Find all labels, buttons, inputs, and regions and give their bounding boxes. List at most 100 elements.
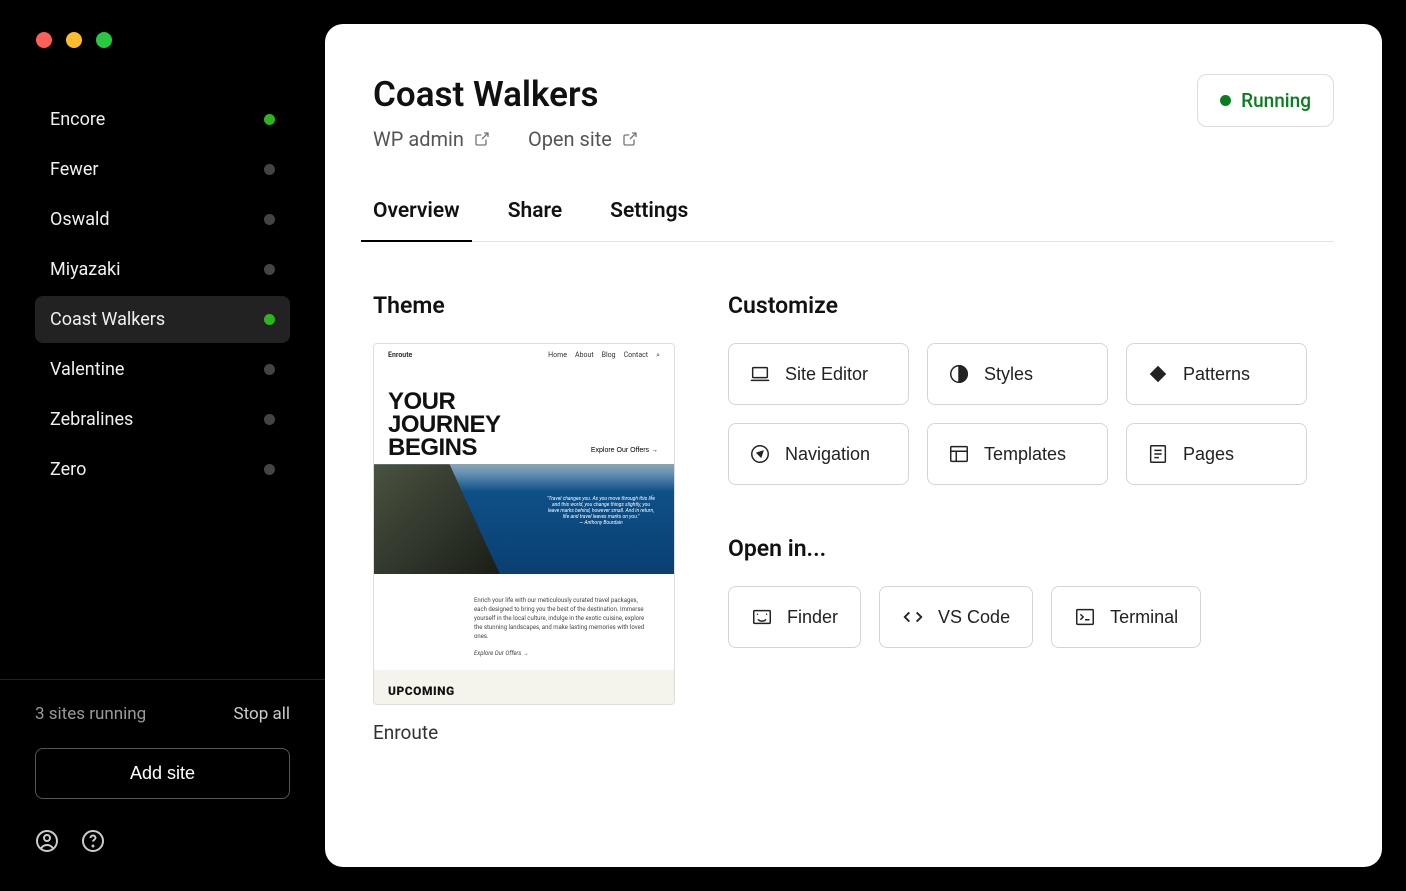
sites-running-label: 3 sites running bbox=[35, 704, 146, 724]
status-badge[interactable]: Running bbox=[1197, 74, 1334, 127]
preview-body-text: Enrich your life with our meticulously c… bbox=[474, 597, 644, 640]
external-link-icon bbox=[474, 131, 490, 147]
status-dot-icon bbox=[264, 114, 275, 125]
pages-button[interactable]: Pages bbox=[1126, 423, 1307, 485]
zoom-window-button[interactable] bbox=[96, 32, 112, 48]
button-label: Styles bbox=[984, 364, 1033, 385]
external-link-icon bbox=[622, 131, 638, 147]
customize-buttons: Site Editor Styles Patterns bbox=[728, 343, 1334, 485]
list-icon bbox=[1147, 443, 1169, 465]
patterns-button[interactable]: Patterns bbox=[1126, 343, 1307, 405]
status-dot-icon bbox=[264, 414, 275, 425]
site-item-zero[interactable]: Zero bbox=[35, 446, 290, 493]
customize-section-title: Customize bbox=[728, 292, 1334, 319]
open-in-buttons: Finder VS Code Terminal bbox=[728, 586, 1334, 648]
site-item-encore[interactable]: Encore bbox=[35, 96, 290, 143]
site-name: Encore bbox=[50, 109, 105, 130]
theme-preview[interactable]: Enroute Home About Blog Contact ⌕ YOUR J… bbox=[373, 343, 675, 705]
site-name: Coast Walkers bbox=[50, 309, 165, 330]
preview-brand: Enroute bbox=[388, 351, 412, 360]
status-dot-icon bbox=[264, 214, 275, 225]
button-label: VS Code bbox=[938, 607, 1010, 628]
content: Theme Enroute Home About Blog Contact ⌕ bbox=[373, 292, 1334, 744]
vscode-button[interactable]: VS Code bbox=[879, 586, 1033, 648]
tabs: Overview Share Settings bbox=[373, 199, 1334, 242]
sidebar-footer: 3 sites running Stop all Add site bbox=[0, 679, 325, 891]
terminal-button[interactable]: Terminal bbox=[1051, 586, 1201, 648]
add-site-button[interactable]: Add site bbox=[35, 748, 290, 799]
code-icon bbox=[902, 606, 924, 628]
tab-share[interactable]: Share bbox=[508, 199, 562, 241]
stop-all-button[interactable]: Stop all bbox=[234, 704, 290, 724]
preview-nav-item: About bbox=[575, 351, 594, 360]
status-dot-icon bbox=[264, 364, 275, 375]
preview-image: "Travel changes you. As you move through… bbox=[374, 464, 674, 574]
button-label: Site Editor bbox=[785, 364, 868, 385]
open-in-section-title: Open in... bbox=[728, 535, 1334, 562]
site-name: Zebralines bbox=[50, 409, 133, 430]
preview-nav-item: Contact bbox=[624, 351, 648, 360]
status-dot-icon bbox=[264, 314, 275, 325]
terminal-icon bbox=[1074, 606, 1096, 628]
site-editor-button[interactable]: Site Editor bbox=[728, 343, 909, 405]
button-label: Terminal bbox=[1110, 607, 1178, 628]
tab-settings[interactable]: Settings bbox=[610, 199, 688, 241]
site-name: Oswald bbox=[50, 209, 110, 230]
open-site-label: Open site bbox=[528, 127, 612, 151]
open-site-link[interactable]: Open site bbox=[528, 127, 638, 151]
layout-icon bbox=[948, 443, 970, 465]
button-label: Pages bbox=[1183, 444, 1234, 465]
theme-section: Theme Enroute Home About Blog Contact ⌕ bbox=[373, 292, 678, 744]
contrast-icon bbox=[948, 363, 970, 385]
site-item-oswald[interactable]: Oswald bbox=[35, 196, 290, 243]
site-title: Coast Walkers bbox=[373, 74, 638, 115]
preview-nav-item: Home bbox=[548, 351, 567, 360]
tab-overview[interactable]: Overview bbox=[373, 199, 460, 241]
preview-quote-author: — Anthony Bourdain bbox=[579, 520, 622, 526]
button-label: Templates bbox=[984, 444, 1066, 465]
finder-icon bbox=[751, 606, 773, 628]
help-icon[interactable] bbox=[81, 829, 105, 857]
main-header: Coast Walkers WP admin Open site Running bbox=[373, 74, 1334, 151]
compass-icon bbox=[749, 443, 771, 465]
sidebar: Encore Fewer Oswald Miyazaki Coast Walke… bbox=[0, 0, 325, 891]
preview-nav-item: Blog bbox=[602, 351, 616, 360]
site-item-miyazaki[interactable]: Miyazaki bbox=[35, 246, 290, 293]
status-label: Running bbox=[1241, 89, 1311, 112]
right-sections: Customize Site Editor Styles bbox=[728, 292, 1334, 744]
site-name: Fewer bbox=[50, 159, 98, 180]
finder-button[interactable]: Finder bbox=[728, 586, 861, 648]
button-label: Finder bbox=[787, 607, 838, 628]
site-item-valentine[interactable]: Valentine bbox=[35, 346, 290, 393]
preview-nav: Home About Blog Contact ⌕ bbox=[548, 351, 660, 360]
wp-admin-label: WP admin bbox=[373, 127, 464, 151]
status-dot-icon bbox=[264, 264, 275, 275]
site-list: Encore Fewer Oswald Miyazaki Coast Walke… bbox=[0, 96, 325, 679]
site-name: Valentine bbox=[50, 359, 124, 380]
templates-button[interactable]: Templates bbox=[927, 423, 1108, 485]
diamond-icon bbox=[1147, 363, 1169, 385]
status-dot-icon bbox=[264, 164, 275, 175]
site-item-fewer[interactable]: Fewer bbox=[35, 146, 290, 193]
status-dot-icon bbox=[1220, 95, 1231, 106]
minimize-window-button[interactable] bbox=[66, 32, 82, 48]
theme-section-title: Theme bbox=[373, 292, 678, 319]
site-item-coast-walkers[interactable]: Coast Walkers bbox=[35, 296, 290, 343]
button-label: Navigation bbox=[785, 444, 870, 465]
close-window-button[interactable] bbox=[36, 32, 52, 48]
theme-name: Enroute bbox=[373, 721, 678, 744]
preview-footer-title: UPCOMING bbox=[374, 670, 674, 705]
button-label: Patterns bbox=[1183, 364, 1250, 385]
site-name: Zero bbox=[50, 459, 86, 480]
site-item-zebralines[interactable]: Zebralines bbox=[35, 396, 290, 443]
traffic-lights bbox=[0, 32, 325, 48]
wp-admin-link[interactable]: WP admin bbox=[373, 127, 490, 151]
status-dot-icon bbox=[264, 464, 275, 475]
main-panel: Coast Walkers WP admin Open site Running bbox=[325, 24, 1382, 867]
site-name: Miyazaki bbox=[50, 259, 121, 280]
user-icon[interactable] bbox=[35, 829, 59, 857]
preview-search-icon: ⌕ bbox=[656, 351, 660, 360]
navigation-button[interactable]: Navigation bbox=[728, 423, 909, 485]
laptop-icon bbox=[749, 363, 771, 385]
styles-button[interactable]: Styles bbox=[927, 343, 1108, 405]
